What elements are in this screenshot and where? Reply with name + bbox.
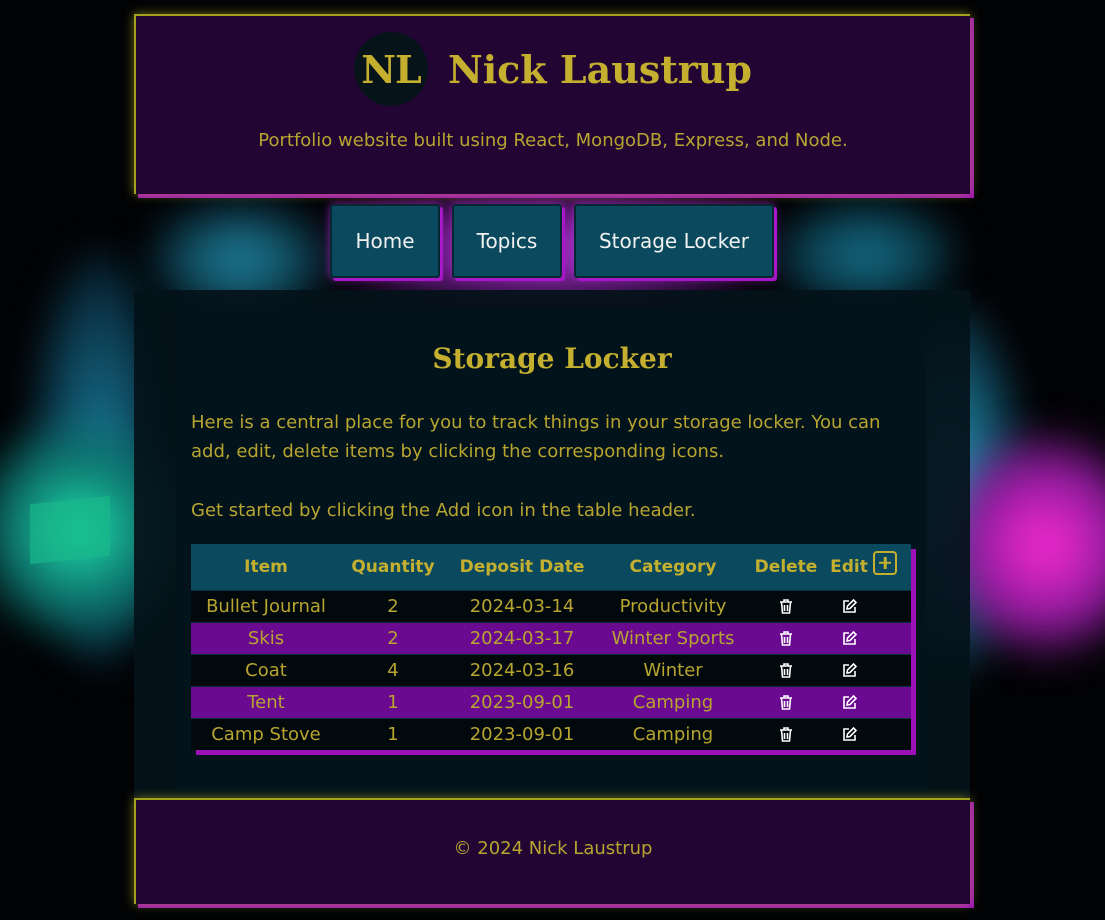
edit-cell	[825, 654, 873, 687]
cell-quantity: 1	[341, 686, 445, 719]
cell-deposit-date: 2023-09-01	[445, 718, 599, 750]
cell-item: Coat	[191, 654, 341, 687]
edit-icon[interactable]	[841, 630, 858, 647]
table-row: Bullet Journal 2 2024-03-14 Productivity	[191, 590, 911, 623]
edit-icon[interactable]	[841, 598, 858, 615]
trash-icon[interactable]	[778, 630, 794, 647]
cell-quantity: 4	[341, 654, 445, 687]
cell-quantity: 1	[341, 718, 445, 750]
main-nav: Home Topics Storage Locker	[330, 204, 774, 278]
edit-cell	[825, 622, 873, 655]
table-row: Camp Stove 1 2023-09-01 Camping	[191, 718, 911, 750]
empty-cell	[873, 590, 911, 623]
edit-cell	[825, 718, 873, 750]
nav-home-link[interactable]: Home	[330, 204, 440, 278]
column-header-item[interactable]: Item	[191, 544, 341, 591]
cell-category: Productivity	[599, 590, 747, 623]
get-started-text: Get started by clicking the Add icon in …	[191, 500, 696, 521]
site-header: NL Nick Laustrup Portfolio website built…	[134, 14, 970, 194]
edit-icon[interactable]	[841, 694, 858, 711]
column-header-delete: Delete	[747, 544, 825, 591]
cell-deposit-date: 2024-03-16	[445, 654, 599, 687]
cell-category: Camping	[599, 718, 747, 750]
cell-item: Bullet Journal	[191, 590, 341, 623]
cell-item: Camp Stove	[191, 718, 341, 750]
trash-icon[interactable]	[778, 694, 794, 711]
trash-icon[interactable]	[778, 726, 794, 743]
nav-topics-link[interactable]: Topics	[452, 204, 562, 278]
trash-icon[interactable]	[778, 598, 794, 615]
cell-category: Camping	[599, 686, 747, 719]
nav-storage-locker-link[interactable]: Storage Locker	[574, 204, 774, 278]
cell-quantity: 2	[341, 622, 445, 655]
logo: NL	[354, 32, 428, 106]
table-header-row: Item Quantity Deposit Date Category Dele…	[191, 544, 911, 591]
cell-category: Winter	[599, 654, 747, 687]
cell-deposit-date: 2023-09-01	[445, 686, 599, 719]
cell-item: Tent	[191, 686, 341, 719]
storage-table: Item Quantity Deposit Date Category Dele…	[191, 544, 911, 750]
intro-text: Here is a central place for you to track…	[191, 412, 881, 462]
main-content: Storage Locker Here is a central place f…	[134, 290, 970, 800]
cell-deposit-date: 2024-03-14	[445, 590, 599, 623]
column-header-quantity[interactable]: Quantity	[341, 544, 445, 591]
table-row: Tent 1 2023-09-01 Camping	[191, 686, 911, 719]
edit-icon[interactable]	[841, 726, 858, 743]
column-header-category[interactable]: Category	[599, 544, 747, 591]
table-row: Skis 2 2024-03-17 Winter Sports	[191, 622, 911, 655]
header-brand: NL Nick Laustrup	[136, 32, 970, 106]
page-title: Storage Locker	[432, 342, 672, 375]
empty-cell	[873, 718, 911, 750]
cell-category: Winter Sports	[599, 622, 747, 655]
add-item-cell	[873, 544, 911, 591]
cell-quantity: 2	[341, 590, 445, 623]
delete-cell	[747, 686, 825, 719]
copyright-text: © 2024 Nick Laustrup	[453, 838, 653, 859]
empty-cell	[873, 654, 911, 687]
edit-cell	[825, 686, 873, 719]
table-row: Coat 4 2024-03-16 Winter	[191, 654, 911, 687]
cell-deposit-date: 2024-03-17	[445, 622, 599, 655]
column-header-deposit-date[interactable]: Deposit Date	[445, 544, 599, 591]
edit-cell	[825, 590, 873, 623]
empty-cell	[873, 686, 911, 719]
storage-table-wrapper: Item Quantity Deposit Date Category Dele…	[191, 544, 911, 750]
empty-cell	[873, 622, 911, 655]
delete-cell	[747, 718, 825, 750]
column-header-edit: Edit	[825, 544, 873, 591]
tagline: Portfolio website built using React, Mon…	[258, 130, 848, 151]
trash-icon[interactable]	[778, 662, 794, 679]
add-icon[interactable]	[873, 550, 897, 575]
delete-cell	[747, 654, 825, 687]
site-footer: © 2024 Nick Laustrup	[134, 798, 970, 904]
cell-item: Skis	[191, 622, 341, 655]
delete-cell	[747, 622, 825, 655]
edit-icon[interactable]	[841, 662, 858, 679]
delete-cell	[747, 590, 825, 623]
site-title: Nick Laustrup	[448, 46, 752, 92]
